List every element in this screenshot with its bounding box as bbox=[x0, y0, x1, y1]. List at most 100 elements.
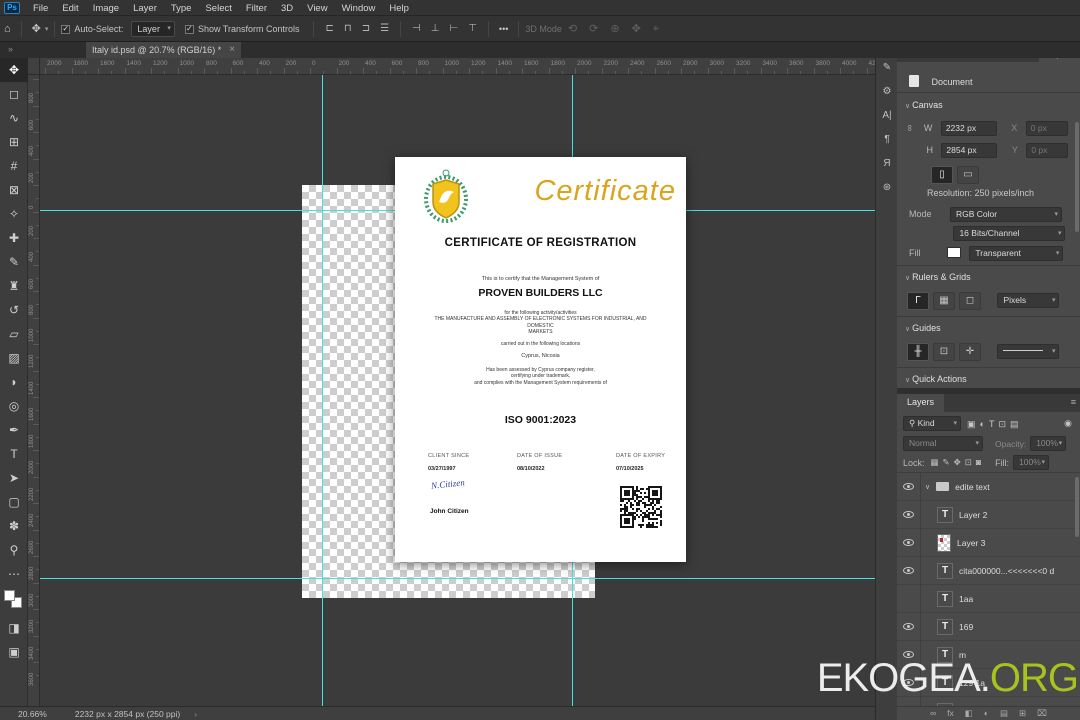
properties-scrollbar[interactable] bbox=[1075, 122, 1079, 232]
ruler-horizontal[interactable]: 2000180016001400120010008006004002000200… bbox=[40, 58, 875, 75]
history-brush-tool[interactable]: ↺ bbox=[0, 298, 28, 322]
adjustment-layer-icon[interactable]: ◐ bbox=[984, 707, 989, 720]
layers-fill-input[interactable]: 100% bbox=[1013, 455, 1049, 470]
new-layer-icon[interactable]: ⊞ bbox=[1019, 707, 1026, 720]
link-dimensions-icon[interactable]: ∞ bbox=[905, 125, 915, 131]
delete-layer-icon[interactable]: ⌧ bbox=[1037, 707, 1047, 720]
zoom-level[interactable]: 20.66% bbox=[18, 709, 47, 719]
guide-horizontal-2[interactable] bbox=[40, 578, 875, 579]
canvas-section-header[interactable]: Canvas bbox=[905, 100, 1080, 110]
edit-toolbar-icon[interactable]: ⋯ bbox=[0, 562, 28, 586]
layer-row[interactable]: T1aa bbox=[897, 585, 1080, 613]
visibility-toggle[interactable] bbox=[897, 473, 921, 501]
filter-pixel-layers-icon[interactable]: ▣ bbox=[965, 419, 978, 429]
width-input[interactable]: 2232 px bbox=[941, 121, 997, 136]
visibility-toggle[interactable] bbox=[897, 501, 921, 529]
lock-all-icon[interactable]: ◙ bbox=[974, 457, 983, 467]
path-selection-tool[interactable]: ➤ bbox=[0, 466, 28, 490]
visibility-toggle[interactable] bbox=[897, 557, 921, 585]
landscape-orientation-icon[interactable]: ▭ bbox=[957, 166, 979, 184]
menu-help[interactable]: Help bbox=[382, 3, 416, 14]
blur-tool[interactable]: ◗ bbox=[0, 370, 28, 394]
distribute-top-icon[interactable]: ⊤ bbox=[463, 23, 482, 34]
layers-scrollbar[interactable] bbox=[1075, 477, 1079, 537]
document-tab[interactable]: Italy id.psd @ 20.7% (RGB/16) * × bbox=[86, 42, 241, 58]
layer-row[interactable]: T169 bbox=[897, 613, 1080, 641]
filter-kind-dropdown[interactable]: ⚲ Kind bbox=[903, 416, 961, 431]
libraries-panel-icon[interactable]: ⊛ bbox=[876, 176, 898, 200]
brush-tool[interactable]: ✎ bbox=[0, 250, 28, 274]
eyedropper-tool[interactable]: ✧ bbox=[0, 202, 28, 226]
menu-edit[interactable]: Edit bbox=[55, 3, 85, 14]
visibility-toggle[interactable] bbox=[897, 529, 921, 557]
toggle-grid-icon[interactable]: ▦ bbox=[933, 292, 955, 310]
quick-mask-icon[interactable]: ◨ bbox=[0, 616, 28, 640]
layer-row[interactable]: ∨edite text bbox=[897, 473, 1080, 501]
fill-dropdown[interactable]: Transparent bbox=[969, 246, 1063, 261]
toggle-guides-icon[interactable]: ╫ bbox=[907, 343, 929, 361]
link-layers-icon[interactable]: ∞ bbox=[930, 707, 936, 720]
menu-image[interactable]: Image bbox=[86, 3, 126, 14]
opacity-input[interactable]: 100% bbox=[1030, 436, 1066, 451]
character-panel-icon[interactable]: A| bbox=[876, 104, 898, 128]
auto-select-target-dropdown[interactable]: Layer bbox=[131, 21, 175, 37]
gradient-tool[interactable]: ▨ bbox=[0, 346, 28, 370]
paragraph-panel-icon[interactable]: ¶ bbox=[876, 128, 898, 152]
lock-guides-icon[interactable]: ⊡ bbox=[933, 343, 955, 361]
distribute-bottom-icon[interactable]: ⊥ bbox=[426, 23, 445, 34]
blend-mode-dropdown[interactable]: Normal bbox=[903, 436, 983, 451]
slide-3d-icon[interactable]: ✥ bbox=[626, 23, 647, 35]
clone-stamp-tool[interactable]: ♜ bbox=[0, 274, 28, 298]
layer-group-icon[interactable]: ▤ bbox=[1000, 707, 1008, 720]
guide-style-dropdown[interactable] bbox=[997, 344, 1059, 359]
move-tool[interactable]: ✥ bbox=[0, 58, 28, 82]
layer-row[interactable]: TLayer 2 bbox=[897, 501, 1080, 529]
roll-3d-icon[interactable]: ⟳ bbox=[583, 23, 604, 35]
glyphs-panel-icon[interactable]: Я bbox=[876, 152, 898, 176]
more-options-icon[interactable]: ••• bbox=[495, 24, 512, 34]
type-tool[interactable]: T bbox=[0, 442, 28, 466]
screen-mode-icon[interactable]: ▣ bbox=[0, 640, 28, 664]
foreground-background-swatches[interactable] bbox=[0, 586, 28, 616]
zoom-tool[interactable]: ⚲ bbox=[0, 538, 28, 562]
lock-transparency-icon[interactable]: ▦ bbox=[929, 457, 941, 467]
layer-effects-icon[interactable]: fx bbox=[947, 707, 954, 720]
align-edges-icon[interactable]: ☰ bbox=[375, 23, 394, 34]
camera-3d-icon[interactable]: ⌖ bbox=[647, 23, 665, 35]
tool-presets-icon[interactable]: ⚙ bbox=[876, 80, 898, 104]
canvas-area[interactable]: Certificate CERTIFICATE OF REGISTRATION … bbox=[40, 75, 875, 706]
menu-filter[interactable]: Filter bbox=[239, 3, 274, 14]
bit-depth-dropdown[interactable]: 16 Bits/Channel bbox=[953, 226, 1065, 241]
healing-brush-tool[interactable]: ✚ bbox=[0, 226, 28, 250]
move-tool-icon[interactable]: ✥ bbox=[28, 22, 45, 35]
distribute-right-icon[interactable]: ⊢ bbox=[444, 23, 463, 34]
guide-vertical-1[interactable] bbox=[322, 75, 323, 706]
dodge-tool[interactable]: ◎ bbox=[0, 394, 28, 418]
units-dropdown[interactable]: Pixels bbox=[997, 293, 1059, 308]
toolbar-collapse-icon[interactable]: » bbox=[8, 44, 13, 54]
layer-row[interactable]: Tcita000000...<<<<<<<0 d bbox=[897, 557, 1080, 585]
home-icon[interactable]: ⌂ bbox=[0, 23, 15, 35]
crop-tool[interactable]: # bbox=[0, 154, 28, 178]
height-input[interactable]: 2854 px bbox=[941, 143, 997, 158]
chevron-down-icon[interactable]: ▾ bbox=[45, 25, 49, 33]
object-selection-tool[interactable]: ⊞ bbox=[0, 130, 28, 154]
pen-tool[interactable]: ✒ bbox=[0, 418, 28, 442]
lock-artboard-icon[interactable]: ⊡ bbox=[963, 457, 974, 467]
shape-tool[interactable]: ▢ bbox=[0, 490, 28, 514]
toggle-pixel-grid-icon[interactable]: ◻ bbox=[959, 292, 981, 310]
orbit-3d-icon[interactable]: ⟲ bbox=[562, 23, 583, 35]
guides-section-header[interactable]: Guides bbox=[905, 323, 1080, 333]
layers-tab[interactable]: Layers bbox=[897, 394, 944, 412]
menu-select[interactable]: Select bbox=[198, 3, 238, 14]
status-chevron-icon[interactable]: › bbox=[194, 709, 197, 719]
align-center-icon[interactable]: ⊓ bbox=[339, 23, 357, 34]
lock-pixels-icon[interactable]: ✎ bbox=[941, 457, 952, 467]
certificate-document[interactable]: Certificate CERTIFICATE OF REGISTRATION … bbox=[395, 157, 686, 562]
group-expander-icon[interactable]: ∨ bbox=[925, 483, 930, 491]
lock-position-icon[interactable]: ✥ bbox=[952, 457, 963, 467]
layer-mask-icon[interactable]: ◧ bbox=[965, 707, 973, 720]
layer-row[interactable]: Layer 3 bbox=[897, 529, 1080, 557]
lasso-tool[interactable]: ∿ bbox=[0, 106, 28, 130]
show-transform-controls-checkbox[interactable] bbox=[185, 25, 194, 34]
